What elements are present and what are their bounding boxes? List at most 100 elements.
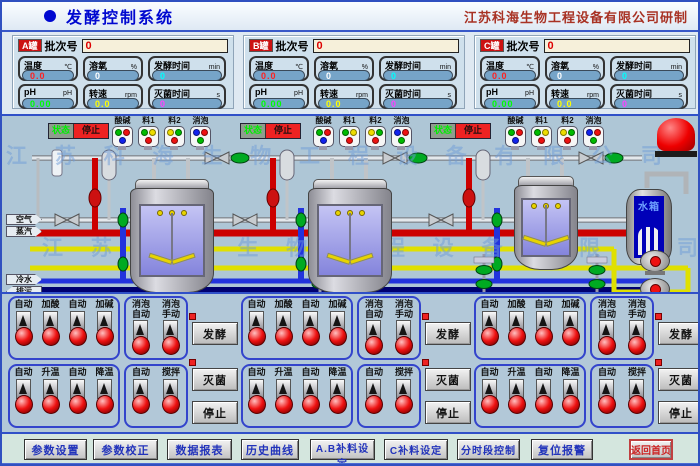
valve-cluster-icon[interactable]	[505, 126, 526, 147]
toggle-switch[interactable]	[245, 379, 269, 419]
toggle-switch[interactable]	[478, 311, 502, 351]
toggle-switch[interactable]	[299, 311, 323, 351]
batch-number-field[interactable]: 0	[82, 39, 229, 53]
control-switch[interactable]: 自动	[244, 300, 270, 351]
valve-cluster-icon[interactable]	[365, 126, 386, 147]
control-switch[interactable]: 自动	[477, 368, 503, 419]
control-switch[interactable]: 自动	[128, 368, 154, 419]
sterilize-button[interactable]: 灭菌	[658, 368, 700, 391]
toggle-switch[interactable]	[159, 320, 183, 360]
control-switch[interactable]: 加酸	[271, 300, 297, 351]
toggle-switch[interactable]	[532, 311, 556, 351]
batch-number-field[interactable]: 0	[544, 39, 691, 53]
control-switch[interactable]: 自动	[298, 300, 324, 351]
control-switch[interactable]: 自动	[477, 300, 503, 351]
control-switch[interactable]: 自动	[65, 300, 91, 351]
valve-cluster-icon[interactable]	[531, 126, 552, 147]
control-switch[interactable]: 自动	[11, 368, 37, 419]
toggle-switch[interactable]	[392, 320, 416, 360]
control-switch[interactable]: 自动	[531, 300, 557, 351]
control-switch[interactable]: 自动	[65, 368, 91, 419]
control-switch[interactable]: 搅拌	[158, 368, 184, 419]
ferment-button[interactable]: 发酵	[658, 322, 700, 345]
stop-button[interactable]: 停止	[425, 401, 471, 424]
control-switch[interactable]: 加碱	[325, 300, 351, 351]
control-switch[interactable]: 自动	[531, 368, 557, 419]
toggle-switch[interactable]	[299, 379, 323, 419]
toggle-switch[interactable]	[505, 311, 529, 351]
time-period-control-button[interactable]: 分时段控制	[457, 439, 520, 460]
control-switch[interactable]: 消泡手动	[391, 300, 417, 360]
toggle-switch[interactable]	[129, 379, 153, 419]
toggle-switch[interactable]	[159, 379, 183, 419]
reset-alarm-button[interactable]: 复位报警	[531, 439, 593, 460]
toggle-switch[interactable]	[559, 311, 583, 351]
toggle-switch[interactable]	[532, 379, 556, 419]
toggle-switch[interactable]	[392, 379, 416, 419]
toggle-switch[interactable]	[272, 379, 296, 419]
valve-cluster-icon[interactable]	[112, 126, 133, 147]
toggle-switch[interactable]	[505, 379, 529, 419]
valve-cluster-icon[interactable]	[164, 126, 185, 147]
control-switch[interactable]: 消泡自动	[128, 300, 154, 360]
control-switch[interactable]: 搅拌	[391, 368, 417, 419]
control-switch[interactable]: 加酸	[504, 300, 530, 351]
sterilize-button[interactable]: 灭菌	[425, 368, 471, 391]
valve-cluster-icon[interactable]	[190, 126, 211, 147]
toggle-switch[interactable]	[93, 311, 117, 351]
c-feed-setting-button[interactable]: C补料设定	[384, 439, 448, 460]
toggle-switch[interactable]	[12, 379, 36, 419]
toggle-switch[interactable]	[245, 311, 269, 351]
ferment-button[interactable]: 发酵	[425, 322, 471, 345]
control-switch[interactable]: 升温	[504, 368, 530, 419]
toggle-switch[interactable]	[272, 311, 296, 351]
toggle-switch[interactable]	[39, 311, 63, 351]
toggle-switch[interactable]	[362, 320, 386, 360]
toggle-switch[interactable]	[66, 379, 90, 419]
control-switch[interactable]: 升温	[38, 368, 64, 419]
valve-cluster-icon[interactable]	[391, 126, 412, 147]
control-switch[interactable]: 降温	[325, 368, 351, 419]
control-switch[interactable]: 加碱	[558, 300, 584, 351]
control-switch[interactable]: 自动	[11, 300, 37, 351]
stop-button[interactable]: 停止	[192, 401, 238, 424]
control-switch[interactable]: 降温	[92, 368, 118, 419]
toggle-switch[interactable]	[129, 320, 153, 360]
valve-cluster-icon[interactable]	[557, 126, 578, 147]
toggle-switch[interactable]	[625, 320, 649, 360]
data-report-button[interactable]: 数据报表	[167, 439, 232, 460]
control-switch[interactable]: 自动	[244, 368, 270, 419]
ferment-button[interactable]: 发酵	[192, 322, 238, 345]
ab-feed-setting-button[interactable]: A.B补料设定	[310, 439, 375, 460]
toggle-switch[interactable]	[326, 311, 350, 351]
stop-button[interactable]: 停止	[658, 401, 700, 424]
param-calibration-button[interactable]: 参数校正	[93, 439, 158, 460]
control-switch[interactable]: 自动	[361, 368, 387, 419]
control-switch[interactable]: 消泡自动	[594, 300, 620, 360]
control-switch[interactable]: 消泡自动	[361, 300, 387, 360]
toggle-switch[interactable]	[559, 379, 583, 419]
toggle-switch[interactable]	[66, 311, 90, 351]
control-switch[interactable]: 消泡手动	[624, 300, 650, 360]
toggle-switch[interactable]	[478, 379, 502, 419]
sterilize-button[interactable]: 灭菌	[192, 368, 238, 391]
toggle-switch[interactable]	[326, 379, 350, 419]
toggle-switch[interactable]	[595, 320, 619, 360]
valve-cluster-icon[interactable]	[339, 126, 360, 147]
control-switch[interactable]: 自动	[298, 368, 324, 419]
control-switch[interactable]: 降温	[558, 368, 584, 419]
control-switch[interactable]: 加碱	[92, 300, 118, 351]
history-curve-button[interactable]: 历史曲线	[241, 439, 299, 460]
control-switch[interactable]: 搅拌	[624, 368, 650, 419]
control-switch[interactable]: 升温	[271, 368, 297, 419]
valve-cluster-icon[interactable]	[313, 126, 334, 147]
control-switch[interactable]: 加酸	[38, 300, 64, 351]
param-settings-button[interactable]: 参数设置	[24, 439, 87, 460]
valve-cluster-icon[interactable]	[138, 126, 159, 147]
valve-cluster-icon[interactable]	[583, 126, 604, 147]
toggle-switch[interactable]	[39, 379, 63, 419]
batch-number-field[interactable]: 0	[313, 39, 460, 53]
toggle-switch[interactable]	[595, 379, 619, 419]
toggle-switch[interactable]	[93, 379, 117, 419]
toggle-switch[interactable]	[625, 379, 649, 419]
